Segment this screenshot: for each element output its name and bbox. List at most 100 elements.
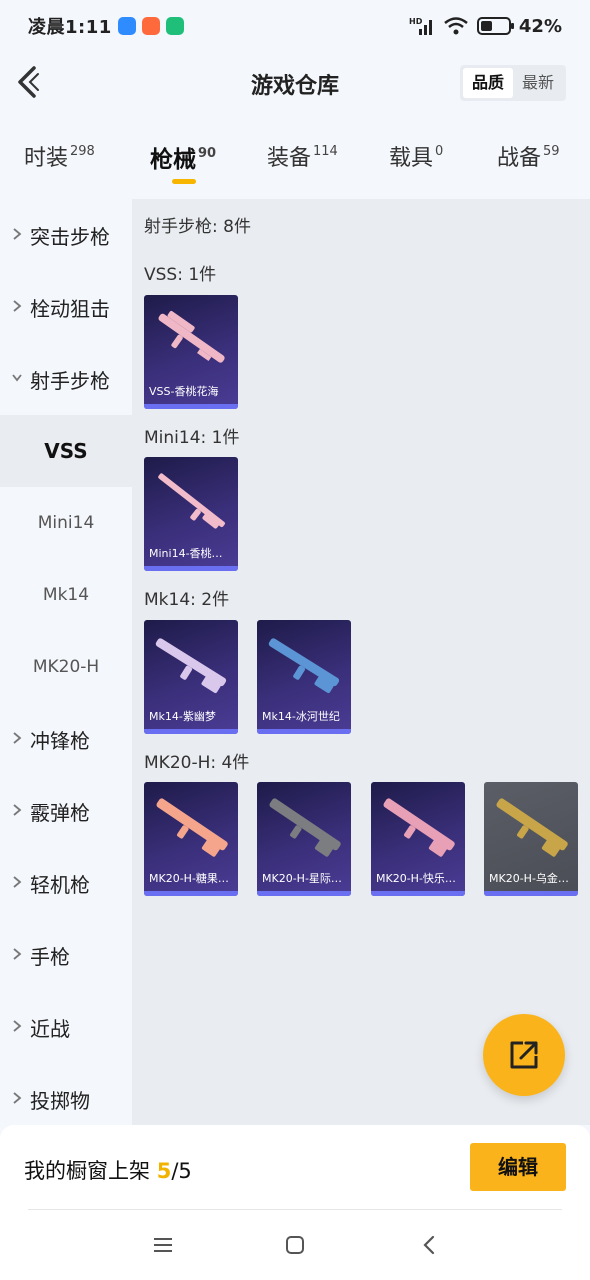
- rifle-skin-icon: [383, 798, 455, 857]
- weapon-card[interactable]: Mk14-冰河世纪: [257, 620, 351, 734]
- sidebar-item-label: 冲锋枪: [30, 728, 90, 753]
- status-time: 凌晨1:11: [28, 17, 112, 38]
- weapon-card[interactable]: MK20-H-乌金涅槃: [484, 782, 578, 896]
- share-float-button[interactable]: [483, 1014, 565, 1096]
- weapon-name: Mk14-冰河世纪: [262, 710, 340, 723]
- tab-label: 时装: [24, 146, 69, 171]
- sidebar-item-label: 突击步枪: [30, 224, 110, 249]
- tab-label: 载具: [389, 146, 434, 171]
- category-tabs: 时装 298 枪械 90 装备 114 载具 0 战备 59: [0, 140, 590, 190]
- sort-option-quality[interactable]: 品质: [462, 68, 513, 98]
- sidebar-subitem-mk14[interactable]: Mk14: [0, 559, 132, 631]
- weapon-card[interactable]: MK20-H-星际战士: [257, 782, 351, 896]
- rarity-bar: [144, 891, 238, 896]
- sidebar-item-label: 投掷物: [30, 1088, 90, 1113]
- tab-vehicles[interactable]: 载具 0: [389, 140, 443, 172]
- chevron-right-icon: [13, 948, 22, 960]
- app-header: 游戏仓库 品质 最新: [0, 52, 590, 114]
- tab-equipment[interactable]: 装备 114: [267, 140, 338, 172]
- rifle-skin-icon: [269, 798, 341, 857]
- app-notification-icon: [117, 17, 136, 35]
- showcase-label: 我的橱窗上架 5/5: [24, 1155, 192, 1185]
- group-title: Mini14: 1件: [144, 428, 240, 448]
- chevron-right-icon: [13, 228, 22, 240]
- tab-count: 114: [313, 144, 338, 159]
- sidebar-item-lmg[interactable]: 轻机枪: [0, 847, 132, 919]
- share-export-icon: [510, 1041, 538, 1069]
- tab-count: 90: [198, 146, 217, 161]
- sidebar-subitem-mini14[interactable]: Mini14: [0, 487, 132, 559]
- sidebar-item-marksman-rifle[interactable]: 射手步枪: [0, 343, 132, 415]
- battery-percent: 42%: [518, 15, 562, 37]
- weapon-list: 射手步枪: 8件 VSS: 1件 VSS-香桃花海 Mini14: 1件 Min…: [132, 199, 590, 1125]
- weapon-name: MK20-H-乌金涅槃: [489, 872, 578, 885]
- weapon-name: VSS-香桃花海: [149, 385, 219, 398]
- sidebar-item-label: 手枪: [30, 944, 70, 969]
- rarity-bar: [257, 891, 351, 896]
- rarity-bar: [257, 729, 351, 734]
- chevron-right-icon: [13, 300, 22, 312]
- group-title: Mk14: 2件: [144, 590, 230, 610]
- sidebar-item-label: 轻机枪: [30, 872, 90, 897]
- sidebar-subitem-vss[interactable]: VSS: [0, 415, 132, 487]
- group-title: MK20-H: 4件: [144, 753, 250, 773]
- weapon-card[interactable]: Mini14-香桃花海: [144, 457, 238, 571]
- group-title: VSS: 1件: [144, 265, 217, 285]
- back-icon[interactable]: [418, 1233, 442, 1257]
- weapon-card[interactable]: Mk14-紫幽梦: [144, 620, 238, 734]
- tab-count: 0: [435, 144, 444, 159]
- rifle-skin-icon: [496, 798, 568, 857]
- rifle-skin-icon: [268, 638, 340, 694]
- tab-label: 枪械: [150, 147, 196, 173]
- rifle-skin-icon: [158, 311, 225, 363]
- rarity-bar: [371, 891, 465, 896]
- status-bar: 凌晨1:11 HD 42%: [0, 0, 590, 52]
- menu-icon[interactable]: [151, 1233, 175, 1257]
- weapon-card[interactable]: MK20-H-糖果乐园: [144, 782, 238, 896]
- sidebar-item-assault-rifle[interactable]: 突击步枪: [0, 199, 132, 271]
- chevron-right-icon: [13, 732, 22, 744]
- weapon-card[interactable]: VSS-香桃花海: [144, 295, 238, 409]
- tab-battle-gear[interactable]: 战备 59: [497, 140, 560, 172]
- tab-count: 59: [543, 144, 560, 159]
- showcase-count: 5: [156, 1159, 172, 1183]
- signal-icon: HD: [409, 17, 432, 35]
- tab-active-indicator: [172, 179, 196, 184]
- tab-fashion[interactable]: 时装 298: [24, 140, 95, 172]
- weapon-name: Mk14-紫幽梦: [149, 710, 216, 723]
- tab-firearms[interactable]: 枪械 90: [150, 140, 217, 184]
- edit-button[interactable]: 编辑: [470, 1143, 566, 1191]
- weapon-name: Mini14-香桃花海: [149, 547, 234, 560]
- sidebar-item-label: 霰弹枪: [30, 800, 90, 825]
- sort-option-latest[interactable]: 最新: [513, 68, 563, 98]
- sidebar-item-label: 射手步枪: [30, 368, 110, 393]
- system-nav-bar: [0, 1211, 590, 1280]
- home-icon[interactable]: [283, 1233, 307, 1257]
- tab-label: 战备: [497, 146, 542, 171]
- sidebar-item-shotgun[interactable]: 霰弹枪: [0, 775, 132, 847]
- sidebar-item-label: 近战: [30, 1016, 70, 1041]
- sort-toggle: 品质 最新: [459, 65, 566, 101]
- rifle-skin-icon: [158, 473, 225, 529]
- wifi-icon: [444, 17, 468, 35]
- showcase-bar: 我的橱窗上架 5/5 编辑: [0, 1125, 590, 1211]
- sidebar-item-smg[interactable]: 冲锋枪: [0, 703, 132, 775]
- sidebar-item-bolt-sniper[interactable]: 栓动狙击: [0, 271, 132, 343]
- sidebar-item-label: 栓动狙击: [30, 296, 110, 321]
- app-notification-icon: [165, 17, 184, 35]
- svg-text:HD: HD: [409, 17, 423, 26]
- rarity-bar: [144, 566, 238, 571]
- sidebar-subitem-mk20h[interactable]: MK20-H: [0, 631, 132, 703]
- chevron-right-icon: [13, 876, 22, 888]
- tab-count: 298: [70, 144, 95, 159]
- sidebar-item-pistol[interactable]: 手枪: [0, 919, 132, 991]
- battery-icon: [476, 17, 514, 35]
- rarity-bar: [144, 404, 238, 409]
- showcase-total: /5: [171, 1159, 192, 1183]
- chevron-right-icon: [13, 1020, 22, 1032]
- rarity-bar: [484, 891, 578, 896]
- rarity-bar: [144, 729, 238, 734]
- weapon-card[interactable]: MK20-H-快乐派对: [371, 782, 465, 896]
- sidebar-item-melee[interactable]: 近战: [0, 991, 132, 1063]
- tab-label: 装备: [267, 146, 312, 171]
